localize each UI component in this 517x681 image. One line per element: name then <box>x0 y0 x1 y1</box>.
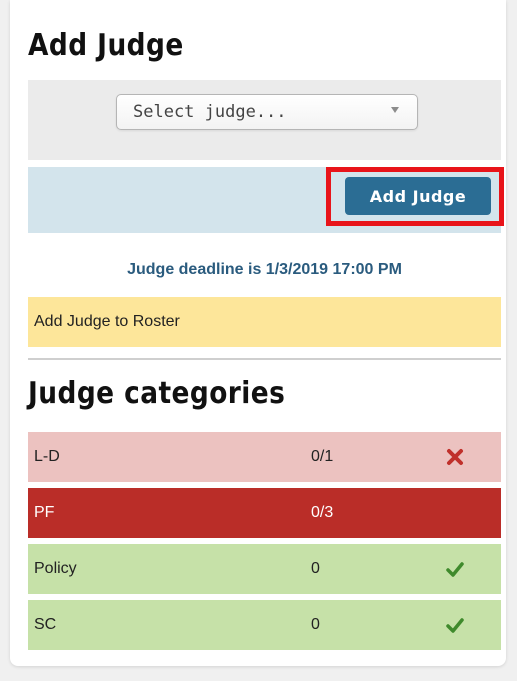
category-row-ld: L-D 0/1 <box>28 432 501 482</box>
category-count: 0 <box>311 560 320 577</box>
judge-deadline-text: Judge deadline is 1/3/2019 17:00 PM <box>127 261 402 278</box>
add-judge-heading: Add Judge <box>28 28 184 63</box>
judge-panel: Add Judge Select judge... Add Judge Judg… <box>10 0 506 666</box>
add-judge-button[interactable]: Add Judge <box>345 177 491 215</box>
check-icon <box>446 618 464 633</box>
judge-categories-heading: Judge categories <box>28 376 286 411</box>
category-count: 0/3 <box>311 504 334 521</box>
add-judge-action-band: Add Judge <box>28 167 504 233</box>
judge-select[interactable]: Select judge... <box>116 94 418 130</box>
category-row-sc: SC 0 <box>28 600 501 650</box>
roster-notice-text: Add Judge to Roster <box>34 313 180 330</box>
dropdown-arrow-icon <box>391 107 399 113</box>
category-count: 0 <box>311 616 320 633</box>
category-name: SC <box>34 616 57 633</box>
category-count: 0/1 <box>311 448 334 465</box>
section-divider <box>28 358 501 360</box>
category-row-policy: Policy 0 <box>28 544 501 594</box>
category-row-pf: PF 0/3 <box>28 488 501 538</box>
judge-select-band: Select judge... <box>28 80 501 160</box>
roster-notice: Add Judge to Roster <box>28 297 501 347</box>
category-name: L-D <box>34 448 60 465</box>
category-name: Policy <box>34 560 77 577</box>
check-icon <box>446 562 464 577</box>
judge-select-placeholder: Select judge... <box>133 102 287 122</box>
category-name: PF <box>34 504 55 521</box>
x-icon <box>447 449 463 465</box>
